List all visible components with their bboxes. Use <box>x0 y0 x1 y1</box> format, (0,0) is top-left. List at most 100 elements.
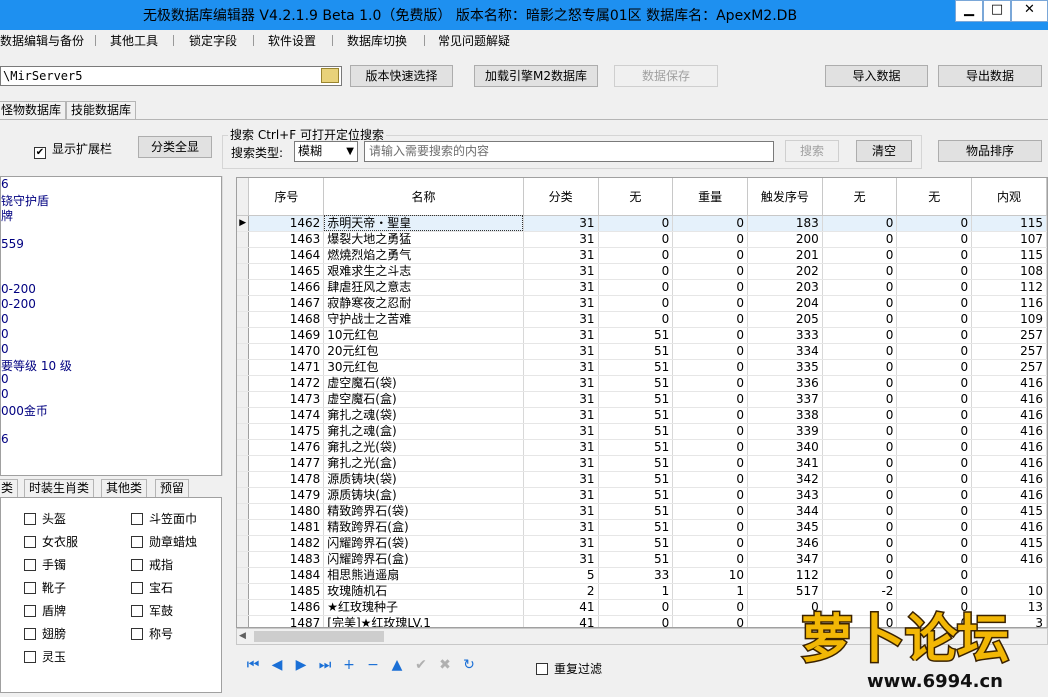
table-cell[interactable]: 1480 <box>248 503 325 520</box>
table-cell[interactable]: 0 <box>822 519 898 536</box>
table-cell[interactable]: 0 <box>822 343 898 360</box>
table-cell[interactable]: 1484 <box>248 567 325 584</box>
checkbox-ring[interactable]: 戒指 <box>131 556 173 573</box>
table-cell[interactable]: 玫瑰随机石 <box>323 583 524 600</box>
table-cell[interactable]: 0 <box>896 471 973 488</box>
refresh-icon[interactable]: ↻ <box>460 656 478 674</box>
checkbox-title[interactable]: 称号 <box>131 625 173 642</box>
menu-other-tools[interactable]: 其他工具 <box>110 32 158 49</box>
table-cell[interactable]: 51 <box>598 551 674 568</box>
table-cell[interactable]: 㚕扎之光(盒) <box>323 455 524 472</box>
table-cell[interactable]: 31 <box>523 551 599 568</box>
table-cell[interactable]: 335 <box>747 359 823 376</box>
table-cell[interactable]: 344 <box>747 503 823 520</box>
table-cell[interactable]: 202 <box>747 263 823 280</box>
table-row[interactable]: 1470 20元红包 31 51 0 334 0 0 257 <box>237 343 1047 360</box>
table-row[interactable]: 1477 㚕扎之光(盒) 31 51 0 341 0 0 416 <box>237 455 1047 472</box>
table-cell[interactable]: 340 <box>747 439 823 456</box>
table-cell[interactable]: 342 <box>747 471 823 488</box>
table-row[interactable]: 1478 源质铸块(袋) 31 51 0 342 0 0 416 <box>237 471 1047 488</box>
table-cell[interactable]: 31 <box>523 423 599 440</box>
menu-settings[interactable]: 软件设置 <box>268 32 316 49</box>
table-cell[interactable]: 51 <box>598 391 674 408</box>
table-cell[interactable]: 艰难求生之斗志 <box>323 263 524 280</box>
checkbox-medal-candle[interactable]: 勋章蜡烛 <box>131 533 197 550</box>
table-cell[interactable]: 416 <box>971 391 1047 408</box>
table-cell[interactable]: 1486 <box>248 599 325 616</box>
table-cell[interactable]: 200 <box>747 231 823 248</box>
table-cell[interactable]: 0 <box>822 423 898 440</box>
table-cell[interactable]: 257 <box>971 343 1047 360</box>
row-indicator[interactable] <box>237 391 250 408</box>
export-data-button[interactable]: 导出数据 <box>938 65 1042 87</box>
table-cell[interactable]: 0 <box>672 311 748 328</box>
table-row[interactable]: 1484 相思熊逍遥扇 5 33 10 112 0 0 <box>237 567 1047 584</box>
table-cell[interactable]: 416 <box>971 551 1047 568</box>
table-cell[interactable]: 5 <box>523 567 599 584</box>
table-cell[interactable]: 肆虐狂风之意志 <box>323 279 524 296</box>
table-cell[interactable]: 31 <box>523 455 599 472</box>
first-icon[interactable]: ⏮ <box>244 656 262 674</box>
table-cell[interactable]: 0 <box>598 279 674 296</box>
table-cell[interactable]: 爆裂大地之勇猛 <box>323 231 524 248</box>
menu-lock-fields[interactable]: 锁定字段 <box>189 32 237 49</box>
table-cell[interactable]: 0 <box>822 535 898 552</box>
table-cell[interactable]: 51 <box>598 343 674 360</box>
table-cell[interactable]: 1473 <box>248 391 325 408</box>
info-scrollbar[interactable] <box>222 176 234 476</box>
table-cell[interactable]: 0 <box>598 231 674 248</box>
table-cell[interactable]: 31 <box>523 535 599 552</box>
clear-button[interactable]: 清空 <box>856 140 912 162</box>
table-cell[interactable]: 精致跨界石(盒) <box>323 519 524 536</box>
row-indicator[interactable] <box>237 535 250 552</box>
table-cell[interactable]: 㚕扎之魂(袋) <box>323 407 524 424</box>
table-cell[interactable]: 415 <box>971 503 1047 520</box>
table-cell[interactable]: 0 <box>896 215 973 232</box>
table-cell[interactable]: 51 <box>598 471 674 488</box>
table-cell[interactable]: 0 <box>598 295 674 312</box>
table-cell[interactable]: 0 <box>822 487 898 504</box>
row-indicator[interactable] <box>237 263 250 280</box>
table-cell[interactable]: 346 <box>747 535 823 552</box>
table-cell[interactable]: 源质铸块(盒) <box>323 487 524 504</box>
table-cell[interactable]: 2 <box>523 583 599 600</box>
column-header[interactable]: 无 <box>896 178 973 216</box>
table-cell[interactable]: 31 <box>523 391 599 408</box>
table-cell[interactable]: 31 <box>523 375 599 392</box>
table-cell[interactable]: 0 <box>822 327 898 344</box>
row-indicator[interactable] <box>237 327 250 344</box>
table-cell[interactable]: 201 <box>747 247 823 264</box>
table-cell[interactable]: 0 <box>896 247 973 264</box>
table-cell[interactable]: 0 <box>672 327 748 344</box>
dup-filter-checkbox[interactable]: 重复过滤 <box>536 660 602 677</box>
table-cell[interactable]: 0 <box>822 295 898 312</box>
table-cell[interactable]: 0 <box>896 407 973 424</box>
table-cell[interactable]: 0 <box>822 567 898 584</box>
scroll-thumb[interactable] <box>254 631 384 642</box>
table-cell[interactable]: 1477 <box>248 455 325 472</box>
table-cell[interactable]: 1479 <box>248 487 325 504</box>
table-row[interactable]: 1467 寂静寒夜之忍耐 31 0 0 204 0 0 116 <box>237 295 1047 312</box>
table-cell[interactable]: 109 <box>971 311 1047 328</box>
table-cell[interactable]: 0 <box>598 247 674 264</box>
minimize-button[interactable]: ▁ <box>955 0 983 22</box>
checkbox-war-drum[interactable]: 军鼓 <box>131 602 173 619</box>
row-indicator[interactable] <box>237 599 250 616</box>
table-cell[interactable]: 416 <box>971 487 1047 504</box>
table-row[interactable]: 1480 精致跨界石(袋) 31 51 0 344 0 0 415 <box>237 503 1047 520</box>
row-indicator[interactable] <box>237 615 250 627</box>
table-row[interactable]: 1483 闪耀跨界石(盒) 31 51 0 347 0 0 416 <box>237 551 1047 568</box>
column-header[interactable]: 内观 <box>971 178 1047 216</box>
table-cell[interactable]: 338 <box>747 407 823 424</box>
import-data-button[interactable]: 导入数据 <box>825 65 928 87</box>
table-cell[interactable]: 0 <box>672 215 748 232</box>
table-cell[interactable]: 31 <box>523 263 599 280</box>
table-cell[interactable]: 0 <box>672 295 748 312</box>
table-cell[interactable]: 205 <box>747 311 823 328</box>
search-button[interactable]: 搜索 <box>785 140 839 162</box>
table-cell[interactable]: 1481 <box>248 519 325 536</box>
table-cell[interactable]: 1472 <box>248 375 325 392</box>
table-cell[interactable]: 0 <box>672 535 748 552</box>
table-cell[interactable]: 416 <box>971 519 1047 536</box>
table-cell[interactable]: 203 <box>747 279 823 296</box>
